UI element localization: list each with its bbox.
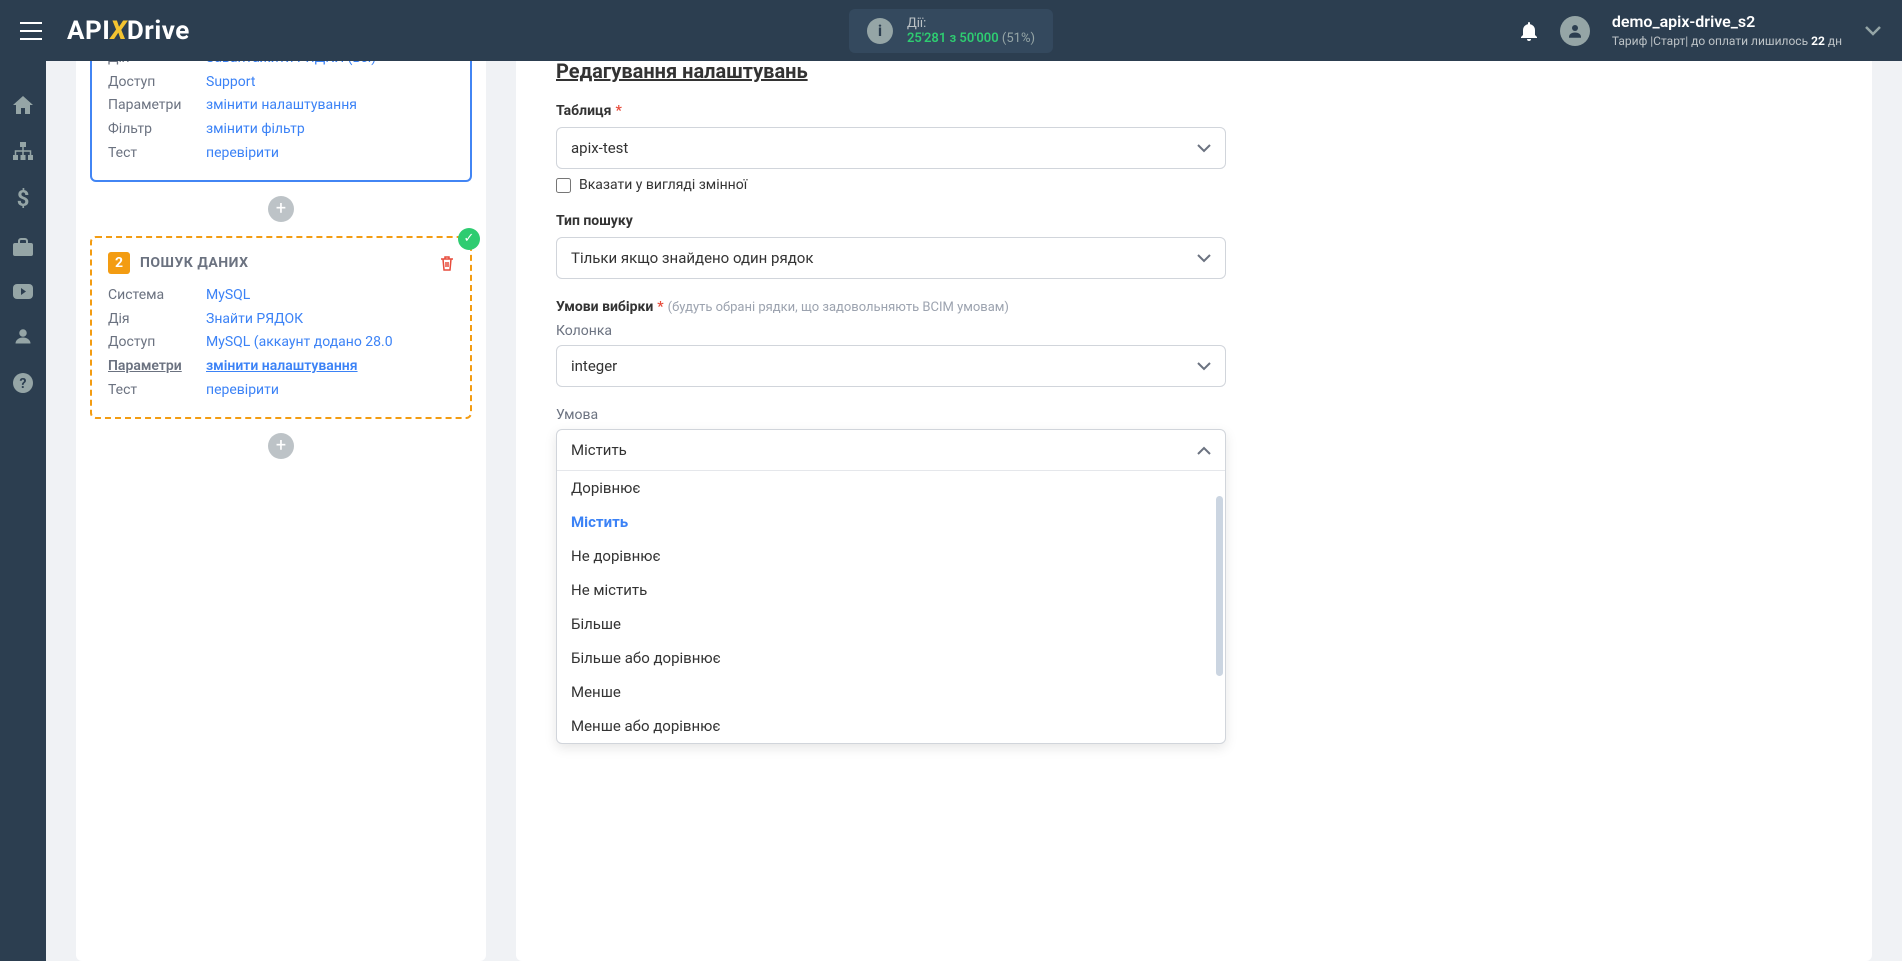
step-row-label: Доступ bbox=[108, 331, 194, 355]
step-row-value[interactable]: Support bbox=[206, 71, 255, 95]
help-icon[interactable]: ? bbox=[13, 373, 33, 393]
dropdown-option[interactable]: Не містить bbox=[557, 573, 1225, 607]
step-row-value[interactable]: перевірити bbox=[206, 142, 279, 166]
column-label: Колонка bbox=[556, 323, 1832, 339]
hamburger-menu[interactable] bbox=[20, 22, 42, 40]
form-title: Редагування налаштувань bbox=[556, 61, 1832, 83]
chevron-down-icon bbox=[1197, 144, 1211, 153]
step-row-value[interactable]: змінити фільтр bbox=[206, 118, 305, 142]
dropdown-option[interactable]: Більше bbox=[557, 607, 1225, 641]
chevron-down-icon bbox=[1197, 362, 1211, 371]
step-row-label: Доступ bbox=[108, 71, 194, 95]
dropdown-option[interactable]: Менше bbox=[557, 675, 1225, 709]
step-card-1[interactable]: СистемаGoogle SheetsДіяЗавантажити РЯДКИ… bbox=[90, 61, 472, 182]
variable-checkbox[interactable]: Вказати у вигляді змінної bbox=[556, 177, 1832, 193]
briefcase-icon[interactable] bbox=[13, 238, 33, 256]
dropdown-option[interactable]: Дорівнює bbox=[557, 471, 1225, 505]
add-step-button-1[interactable]: + bbox=[268, 196, 294, 222]
step-row-label: Дія bbox=[108, 308, 194, 332]
step-row-value[interactable]: Знайти РЯДОК bbox=[206, 308, 303, 332]
check-icon: ✓ bbox=[458, 228, 480, 250]
user-icon[interactable] bbox=[14, 327, 32, 345]
step-title: ПОШУК ДАНИХ bbox=[140, 255, 248, 271]
step-row-label: Тест bbox=[108, 142, 194, 166]
step-row-value[interactable]: MySQL (аккаунт додано 28.0 bbox=[206, 331, 393, 355]
chevron-down-icon[interactable] bbox=[1864, 25, 1882, 37]
step-row-label: Дія bbox=[108, 61, 194, 71]
step-row-value[interactable]: MySQL bbox=[206, 284, 250, 308]
svg-text:?: ? bbox=[20, 376, 27, 392]
svg-text:$: $ bbox=[17, 188, 30, 210]
step-row-label: Фільтр bbox=[108, 118, 194, 142]
sidebar: $ ? bbox=[0, 61, 46, 961]
dollar-icon[interactable]: $ bbox=[16, 188, 30, 210]
step-card-2[interactable]: ✓ 2 ПОШУК ДАНИХ СистемаMySQLДіяЗнайти РЯ… bbox=[90, 236, 472, 419]
condition-dropdown[interactable]: Містить ДорівнюєМіститьНе дорівнюєНе міс… bbox=[556, 429, 1226, 744]
table-label: Таблиця* bbox=[556, 103, 1832, 119]
dropdown-list[interactable]: ДорівнюєМіститьНе дорівнюєНе міститьБіль… bbox=[557, 471, 1225, 743]
app-header: APIXDrive i Дії: 25'281 з 50'000 (51%) d… bbox=[0, 0, 1902, 61]
user-avatar[interactable] bbox=[1560, 16, 1590, 46]
table-select[interactable]: apix-test bbox=[556, 127, 1226, 169]
chevron-up-icon bbox=[1197, 446, 1211, 455]
chevron-down-icon bbox=[1197, 254, 1211, 263]
search-type-label: Тип пошуку bbox=[556, 213, 1832, 229]
bell-icon[interactable] bbox=[1520, 21, 1538, 41]
step-row-value[interactable]: перевірити bbox=[206, 379, 279, 403]
step-row-value[interactable]: Завантажити РЯДКИ (всі) bbox=[206, 61, 376, 71]
dropdown-option[interactable]: Не дорівнює bbox=[557, 539, 1225, 573]
add-step-button-2[interactable]: + bbox=[268, 433, 294, 459]
info-icon: i bbox=[867, 18, 893, 44]
condition-label: Умова bbox=[556, 407, 1832, 423]
hierarchy-icon[interactable] bbox=[13, 142, 33, 160]
dropdown-option[interactable]: Містить bbox=[557, 505, 1225, 539]
dropdown-option[interactable]: Менше або дорівнює bbox=[557, 709, 1225, 743]
home-icon[interactable] bbox=[13, 96, 33, 114]
step-row-label: Параметри bbox=[108, 355, 194, 379]
step-row-value[interactable]: змінити налаштування bbox=[206, 94, 357, 118]
app-logo[interactable]: APIXDrive bbox=[67, 16, 190, 46]
step-row-label: Тест bbox=[108, 379, 194, 403]
actions-label: Дії: bbox=[907, 16, 1035, 31]
scrollbar[interactable] bbox=[1216, 496, 1223, 676]
conditions-label: Умови вибірки* (будуть обрані рядки, що … bbox=[556, 299, 1832, 315]
column-select[interactable]: integer bbox=[556, 345, 1226, 387]
trash-icon[interactable] bbox=[440, 255, 454, 271]
step-number: 2 bbox=[108, 252, 130, 274]
user-block[interactable]: demo_apix-drive_s2 Тариф |Старт| до опла… bbox=[1612, 11, 1842, 50]
step-row-value[interactable]: змінити налаштування bbox=[206, 355, 358, 379]
step-row-label: Параметри bbox=[108, 94, 194, 118]
settings-form: Редагування налаштувань Таблиця* apix-te… bbox=[516, 61, 1872, 961]
dropdown-option[interactable]: Більше або дорівнює bbox=[557, 641, 1225, 675]
steps-column: СистемаGoogle SheetsДіяЗавантажити РЯДКИ… bbox=[76, 61, 486, 961]
step-row-label: Система bbox=[108, 284, 194, 308]
search-type-select[interactable]: Тільки якщо знайдено один рядок bbox=[556, 237, 1226, 279]
actions-numbers: 25'281 з 50'000 (51%) bbox=[907, 31, 1035, 46]
youtube-icon[interactable] bbox=[13, 284, 33, 299]
actions-counter[interactable]: i Дії: 25'281 з 50'000 (51%) bbox=[849, 9, 1053, 53]
